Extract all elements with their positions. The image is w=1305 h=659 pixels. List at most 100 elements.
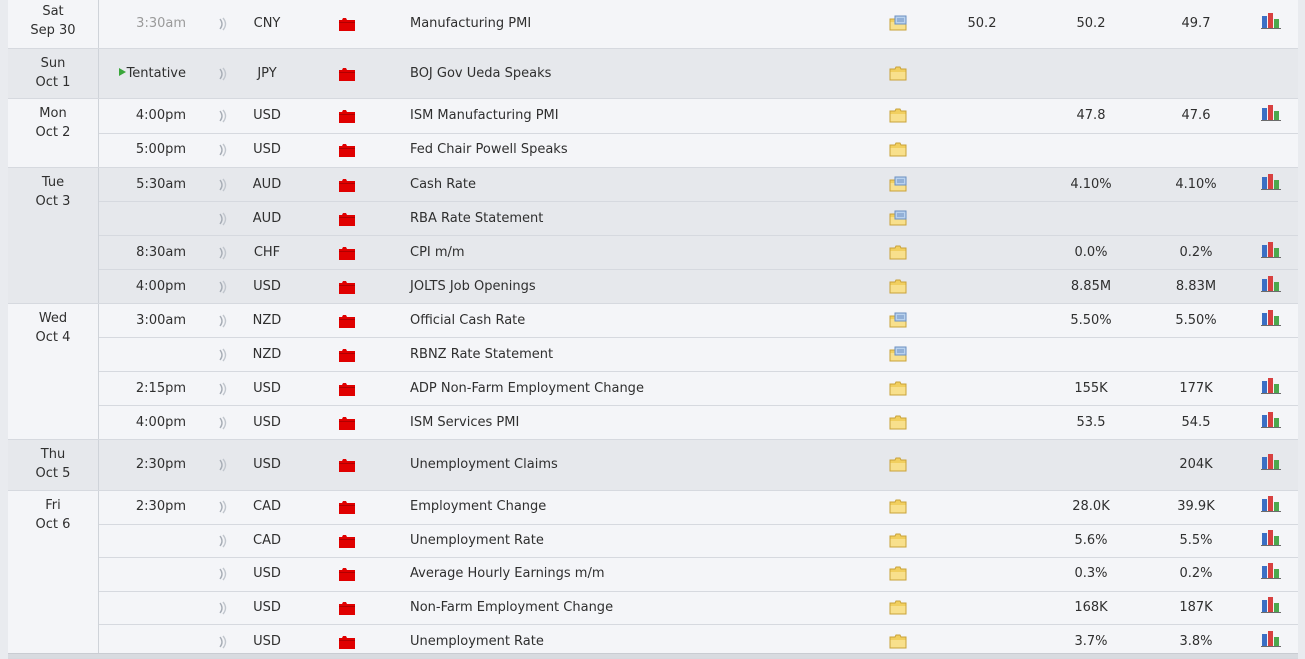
- high-impact-folder-icon[interactable]: [339, 67, 355, 81]
- bar-chart-icon[interactable]: [1261, 377, 1281, 394]
- event-title[interactable]: RBNZ Rate Statement: [410, 347, 553, 362]
- bar-chart-icon[interactable]: [1261, 309, 1281, 326]
- event-title[interactable]: ISM Services PMI: [410, 415, 519, 430]
- event-row[interactable]: Tentative JPY BOJ Gov Ueda Speaks: [99, 49, 1298, 98]
- event-title[interactable]: Manufacturing PMI: [410, 16, 531, 31]
- high-impact-folder-icon[interactable]: [339, 143, 355, 158]
- high-impact-folder-icon[interactable]: [339, 246, 355, 260]
- event-detail-folder-updated-icon[interactable]: [889, 176, 907, 192]
- event-title[interactable]: Official Cash Rate: [410, 313, 525, 328]
- event-row[interactable]: 2:15pm USD ADP Non-Farm Employment Change 1…: [99, 372, 1298, 406]
- event-row[interactable]: NZD RBNZ Rate Statement: [99, 338, 1298, 372]
- bar-chart-icon[interactable]: [1261, 495, 1281, 513]
- event-title[interactable]: Fed Chair Powell Speaks: [410, 142, 568, 157]
- event-detail-folder-icon[interactable]: [889, 141, 907, 157]
- event-row[interactable]: 4:00pm USD JOLTS Job Openings 8.85M 8.83M: [99, 270, 1298, 303]
- event-detail-folder-updated-icon[interactable]: [889, 346, 907, 362]
- sound-wave-icon[interactable]: [217, 567, 229, 581]
- event-row[interactable]: 5:30am AUD Cash Rate 4.10% 4.10%: [99, 168, 1298, 202]
- high-impact-folder-icon[interactable]: [339, 314, 355, 328]
- event-detail-folder-icon[interactable]: [889, 278, 907, 294]
- high-impact-folder-icon[interactable]: [339, 17, 355, 31]
- event-row[interactable]: AUD RBA Rate Statement: [99, 202, 1298, 236]
- bar-chart-icon[interactable]: [1261, 453, 1281, 470]
- event-row[interactable]: USD Non-Farm Employment Change 168K 187K: [99, 592, 1298, 626]
- sound-wave-icon[interactable]: [217, 178, 229, 192]
- sound-wave-icon[interactable]: [217, 500, 229, 514]
- sound-wave-icon[interactable]: [217, 416, 229, 430]
- event-row[interactable]: 8:30am CHF CPI m/m 0.0% 0.2%: [99, 236, 1298, 270]
- bar-chart-icon[interactable]: [1261, 411, 1281, 428]
- event-row[interactable]: 4:00pm USD ISM Manufacturing PMI 47.8 47.6: [99, 99, 1298, 134]
- event-detail-folder-icon[interactable]: [889, 532, 907, 548]
- event-row[interactable]: 4:00pm USD ISM Services PMI 53.5 54.5: [99, 406, 1298, 439]
- event-detail-folder-updated-icon[interactable]: [889, 210, 907, 226]
- event-row[interactable]: USD Average Hourly Earnings m/m 0.3% 0.2%: [99, 558, 1298, 592]
- sound-wave-icon[interactable]: [217, 246, 229, 260]
- sound-wave-icon[interactable]: [217, 348, 229, 362]
- event-title[interactable]: CPI m/m: [410, 245, 465, 260]
- bar-chart-icon[interactable]: [1261, 173, 1281, 190]
- event-detail-folder-icon[interactable]: [889, 244, 907, 260]
- high-impact-folder-icon[interactable]: [339, 601, 355, 616]
- sound-wave-icon[interactable]: [217, 67, 229, 81]
- high-impact-folder-icon[interactable]: [339, 280, 355, 294]
- high-impact-folder-icon[interactable]: [339, 382, 355, 396]
- bar-chart-icon[interactable]: [1261, 529, 1281, 546]
- event-detail-folder-icon[interactable]: [889, 65, 907, 81]
- event-row[interactable]: 3:30am CNY Manufacturing PMI 50.2 50.2 49.7: [99, 0, 1298, 48]
- bar-chart-icon[interactable]: [1261, 12, 1281, 29]
- sound-wave-icon[interactable]: [217, 601, 229, 615]
- bar-chart-icon[interactable]: [1261, 630, 1281, 647]
- event-title[interactable]: Non-Farm Employment Change: [410, 600, 613, 615]
- event-title[interactable]: Average Hourly Earnings m/m: [410, 566, 605, 581]
- sound-wave-icon[interactable]: [217, 17, 229, 31]
- high-impact-folder-icon[interactable]: [339, 500, 355, 515]
- high-impact-folder-icon[interactable]: [339, 178, 355, 192]
- high-impact-folder-icon[interactable]: [339, 416, 355, 430]
- bar-chart-icon[interactable]: [1261, 104, 1281, 121]
- event-title[interactable]: JOLTS Job Openings: [410, 279, 536, 294]
- bar-chart-icon[interactable]: [1261, 562, 1281, 580]
- sound-wave-icon[interactable]: [217, 280, 229, 294]
- bar-chart-icon[interactable]: [1261, 275, 1281, 292]
- sound-wave-icon[interactable]: [217, 314, 229, 328]
- high-impact-folder-icon[interactable]: [339, 109, 355, 123]
- sound-wave-icon[interactable]: [217, 109, 229, 123]
- event-row[interactable]: 2:30pm USD Unemployment Claims 204K: [99, 440, 1298, 490]
- event-row[interactable]: CAD Unemployment Rate 5.6% 5.5%: [99, 525, 1298, 559]
- event-detail-folder-icon[interactable]: [889, 633, 907, 649]
- event-detail-folder-updated-icon[interactable]: [889, 312, 907, 328]
- high-impact-folder-icon[interactable]: [339, 635, 355, 649]
- event-title[interactable]: Unemployment Rate: [410, 533, 544, 548]
- event-detail-folder-icon[interactable]: [889, 456, 907, 472]
- event-detail-folder-icon[interactable]: [889, 414, 907, 430]
- bar-chart-icon[interactable]: [1261, 241, 1281, 258]
- high-impact-folder-icon[interactable]: [339, 458, 355, 472]
- event-title[interactable]: ISM Manufacturing PMI: [410, 108, 559, 123]
- event-detail-folder-icon[interactable]: [889, 599, 907, 615]
- event-title[interactable]: RBA Rate Statement: [410, 211, 543, 226]
- sound-wave-icon[interactable]: [217, 635, 229, 649]
- event-title[interactable]: BOJ Gov Ueda Speaks: [410, 66, 551, 81]
- sound-wave-icon[interactable]: [217, 534, 229, 548]
- event-row[interactable]: 2:30pm CAD Employment Change 28.0K 39.9K: [99, 491, 1298, 525]
- sound-wave-icon[interactable]: [217, 382, 229, 396]
- sound-wave-icon[interactable]: [217, 212, 229, 226]
- event-detail-folder-icon[interactable]: [889, 498, 907, 514]
- high-impact-folder-icon[interactable]: [339, 212, 355, 226]
- event-title[interactable]: Employment Change: [410, 499, 546, 514]
- event-detail-folder-icon[interactable]: [889, 565, 907, 581]
- event-detail-folder-icon[interactable]: [889, 380, 907, 396]
- event-title[interactable]: Unemployment Claims: [410, 457, 558, 472]
- high-impact-folder-icon[interactable]: [339, 567, 355, 582]
- event-row[interactable]: 3:00am NZD Official Cash Rate 5.50% 5.50%: [99, 304, 1298, 338]
- sound-wave-icon[interactable]: [217, 143, 229, 157]
- event-title[interactable]: Unemployment Rate: [410, 634, 544, 649]
- high-impact-folder-icon[interactable]: [339, 534, 355, 548]
- sound-wave-icon[interactable]: [217, 458, 229, 472]
- event-detail-folder-updated-icon[interactable]: [889, 15, 907, 31]
- event-detail-folder-icon[interactable]: [889, 107, 907, 123]
- event-title[interactable]: ADP Non-Farm Employment Change: [410, 381, 644, 396]
- bar-chart-icon[interactable]: [1261, 596, 1281, 614]
